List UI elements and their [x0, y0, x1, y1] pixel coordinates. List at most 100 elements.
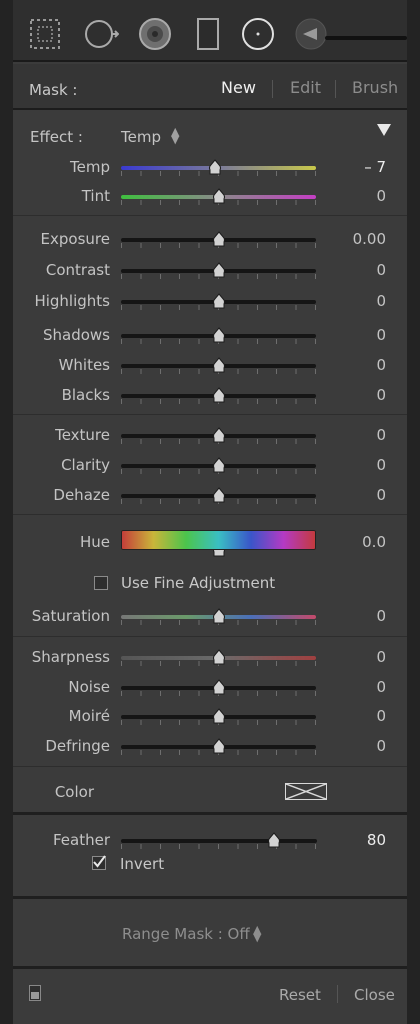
highlights-value[interactable]: 0: [316, 292, 386, 310]
group-divider: [13, 514, 407, 515]
range-mask-stepper-icon[interactable]: ▲ ▼: [253, 924, 261, 943]
texture-label: Texture: [55, 426, 110, 444]
noise-value[interactable]: 0: [316, 678, 386, 696]
group-divider: [13, 215, 407, 216]
clarity-thumb[interactable]: [212, 457, 226, 473]
hue-bar[interactable]: [121, 530, 316, 550]
fine-adjustment-label: Use Fine Adjustment: [121, 574, 276, 592]
brush-size-slider[interactable]: [325, 36, 407, 40]
clarity-value[interactable]: 0: [316, 456, 386, 474]
tint-value[interactable]: 0: [316, 187, 386, 205]
section-divider: [13, 966, 407, 969]
effect-select[interactable]: Temp: [121, 128, 161, 146]
texture-thumb[interactable]: [212, 427, 226, 443]
invert-label: Invert: [120, 855, 165, 873]
range-mask-select[interactable]: Range Mask : Off: [122, 925, 250, 943]
texture-value[interactable]: 0: [316, 426, 386, 444]
tint-label: Tint: [81, 187, 110, 205]
whites-thumb[interactable]: [212, 357, 226, 373]
blacks-value[interactable]: 0: [316, 386, 386, 404]
mask-edit-button[interactable]: Edit: [290, 78, 321, 97]
temp-value[interactable]: – 7: [316, 158, 386, 176]
temp-label: Temp: [70, 158, 110, 176]
group-divider: [13, 636, 407, 637]
exposure-value[interactable]: 0.00: [316, 230, 386, 248]
mask-new-button[interactable]: New: [221, 78, 256, 97]
color-swatch[interactable]: [285, 783, 327, 800]
no-color-icon: [285, 783, 327, 800]
moir-label: Moiré: [68, 707, 110, 725]
shadows-thumb[interactable]: [212, 327, 226, 343]
shadows-value[interactable]: 0: [316, 326, 386, 344]
mask-separator: [272, 80, 273, 98]
whites-label: Whites: [58, 356, 110, 374]
group-divider: [13, 766, 407, 767]
invert-checkbox[interactable]: [92, 855, 106, 870]
section-divider: [13, 896, 407, 899]
clarity-label: Clarity: [61, 456, 110, 474]
noise-label: Noise: [68, 678, 110, 696]
tool-strip: [13, 0, 407, 62]
feather-slider[interactable]: [121, 839, 317, 843]
group-divider: [13, 414, 407, 415]
blacks-thumb[interactable]: [212, 387, 226, 403]
blacks-label: Blacks: [61, 386, 110, 404]
defringe-thumb[interactable]: [212, 738, 226, 754]
hue-value[interactable]: 0.0: [316, 533, 386, 551]
section-divider: [13, 812, 407, 815]
right-edge: [407, 0, 420, 1024]
footer-separator: [337, 985, 338, 1003]
contrast-label: Contrast: [45, 261, 110, 279]
highlights-label: Highlights: [34, 292, 110, 310]
graduated-filter-icon[interactable]: [190, 16, 226, 52]
feather-thumb[interactable]: [267, 832, 281, 848]
noise-thumb[interactable]: [212, 679, 226, 695]
dehaze-thumb[interactable]: [212, 487, 226, 503]
saturation-thumb[interactable]: [212, 608, 226, 624]
exposure-thumb[interactable]: [212, 231, 226, 247]
feather-ticks: [121, 844, 316, 849]
exposure-label: Exposure: [40, 230, 110, 248]
fine-adjustment-checkbox[interactable]: [94, 576, 108, 590]
triangle-down-icon[interactable]: [377, 124, 391, 136]
shadows-label: Shadows: [42, 326, 110, 344]
redeye-icon[interactable]: [137, 16, 173, 52]
feather-value[interactable]: 80: [316, 831, 386, 849]
effect-stepper-icon[interactable]: ▲ ▼: [171, 126, 179, 145]
marquee-icon[interactable]: [27, 16, 63, 52]
radial-filter-icon[interactable]: [240, 16, 276, 52]
dehaze-value[interactable]: 0: [316, 486, 386, 504]
checkmark-icon: [93, 855, 106, 868]
dehaze-label: Dehaze: [53, 486, 110, 504]
tint-thumb[interactable]: [212, 188, 226, 204]
effect-label: Effect :: [30, 128, 83, 146]
moir-thumb[interactable]: [212, 708, 226, 724]
saturation-value[interactable]: 0: [316, 607, 386, 625]
adjustment-panel: [13, 0, 407, 1024]
sharpness-thumb[interactable]: [212, 649, 226, 665]
feather-label: Feather: [52, 831, 110, 849]
contrast-value[interactable]: 0: [316, 261, 386, 279]
mask-row: Mask : New Edit Brush: [13, 64, 407, 110]
highlights-thumb[interactable]: [212, 293, 226, 309]
left-edge: [0, 0, 13, 1024]
temp-thumb[interactable]: [208, 159, 222, 175]
color-label: Color: [54, 783, 94, 801]
sharpness-value[interactable]: 0: [316, 648, 386, 666]
hue-label: Hue: [79, 533, 110, 551]
panel-toggle-icon[interactable]: [29, 985, 41, 1001]
moir-value[interactable]: 0: [316, 707, 386, 725]
brush-tool-icon[interactable]: [293, 16, 329, 52]
sharpness-label: Sharpness: [31, 648, 110, 666]
mask-brush-button[interactable]: Brush: [352, 78, 398, 97]
defringe-value[interactable]: 0: [316, 737, 386, 755]
defringe-label: Defringe: [45, 737, 110, 755]
close-button[interactable]: Close: [354, 986, 395, 1004]
mask-label: Mask :: [29, 81, 78, 99]
saturation-label: Saturation: [31, 607, 110, 625]
spot-removal-icon[interactable]: [83, 16, 120, 52]
whites-value[interactable]: 0: [316, 356, 386, 374]
mask-separator: [335, 80, 336, 98]
reset-button[interactable]: Reset: [279, 986, 321, 1004]
contrast-thumb[interactable]: [212, 262, 226, 278]
